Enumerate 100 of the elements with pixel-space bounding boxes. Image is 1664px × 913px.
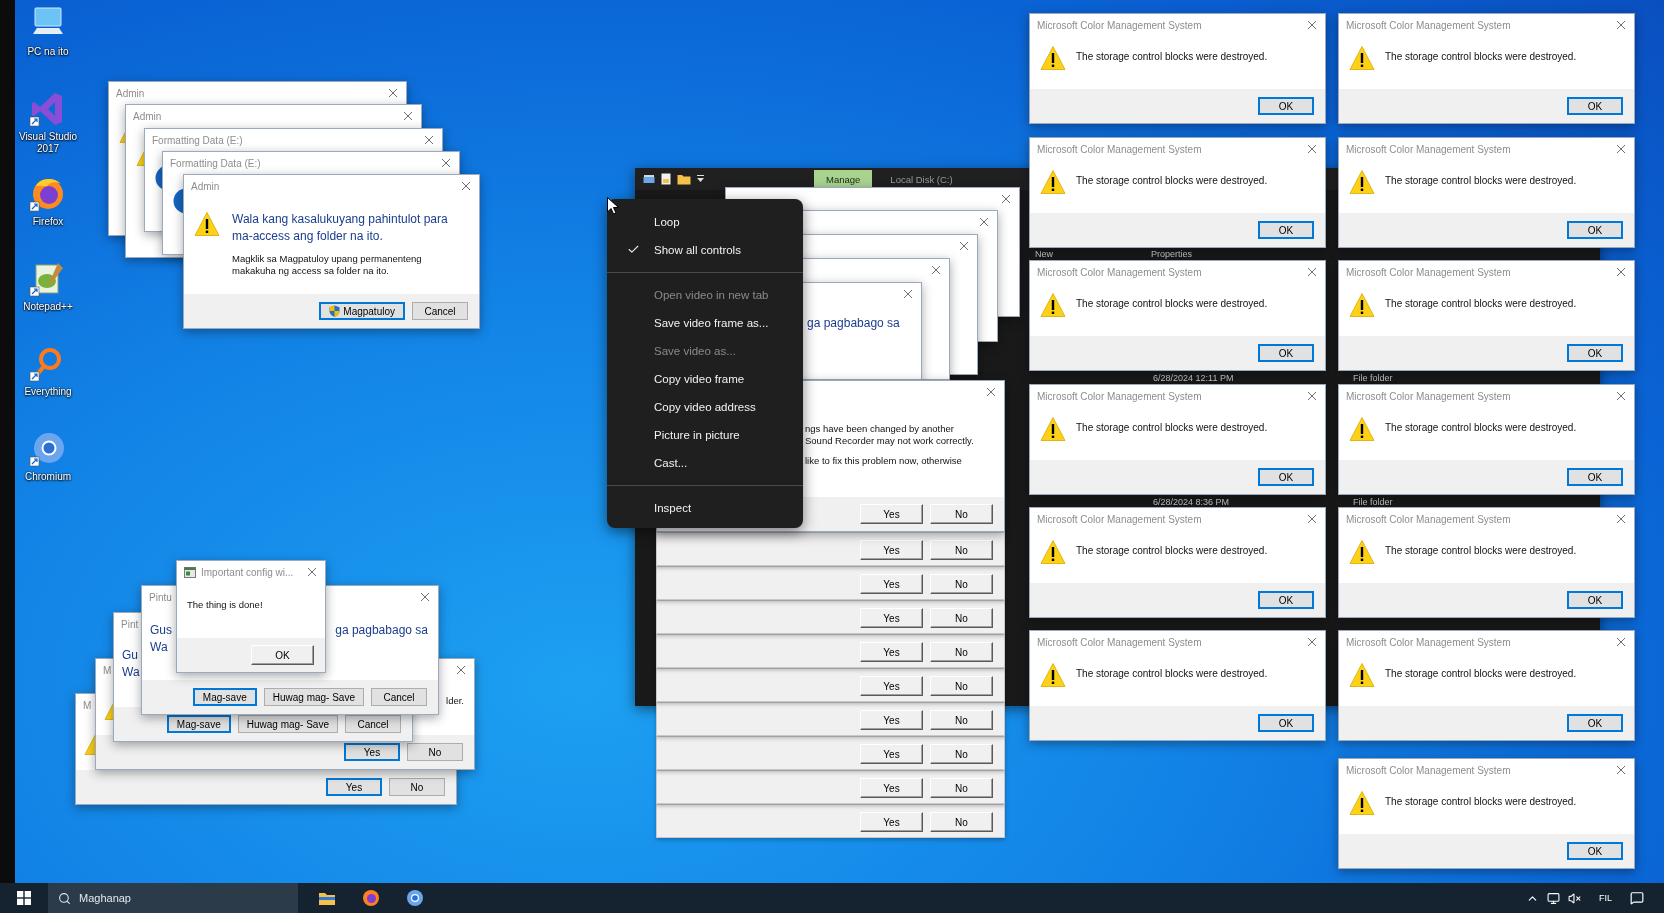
dialog-button[interactable]: Cancel	[412, 302, 468, 320]
close-icon[interactable]	[986, 387, 996, 397]
dialog-button[interactable]: Yes	[860, 812, 923, 832]
close-icon[interactable]	[1307, 637, 1317, 647]
close-icon[interactable]	[1307, 391, 1317, 401]
search-box[interactable]: Maghanap	[48, 883, 298, 913]
folder-icon[interactable]	[677, 173, 691, 185]
dialog-button[interactable]: No	[930, 710, 993, 730]
menu-item[interactable]: Copy video address	[607, 393, 803, 421]
close-icon[interactable]	[420, 592, 430, 602]
dialog-button[interactable]: Magpatuloy	[319, 302, 405, 320]
dialog-button[interactable]: No	[407, 743, 463, 761]
close-icon[interactable]	[1616, 144, 1626, 154]
close-icon[interactable]	[1616, 391, 1626, 401]
dialog-button[interactable]: Yes	[344, 743, 400, 761]
dialog-button[interactable]: Yes	[860, 710, 923, 730]
dialog-button[interactable]: Yes	[326, 778, 382, 796]
dialog-button[interactable]: No	[930, 504, 993, 524]
close-icon[interactable]	[903, 289, 913, 299]
notification-icon[interactable]	[1630, 891, 1644, 905]
menu-item[interactable]: Show all controls	[607, 236, 803, 264]
dialog-button[interactable]: Yes	[860, 574, 923, 594]
close-icon[interactable]	[461, 181, 471, 191]
close-icon[interactable]	[403, 111, 413, 121]
ok-button[interactable]: OK	[1567, 344, 1623, 362]
close-icon[interactable]	[441, 158, 451, 168]
dialog-button[interactable]: Yes	[860, 642, 923, 662]
ok-button[interactable]: OK	[1567, 221, 1623, 239]
dialog-button[interactable]: Mag-save	[192, 688, 257, 706]
dialog-button[interactable]: Cancel	[345, 715, 401, 733]
close-icon[interactable]	[1616, 514, 1626, 524]
close-icon[interactable]	[1001, 194, 1011, 204]
close-icon[interactable]	[979, 217, 989, 227]
menu-item[interactable]: Save video frame as...	[607, 309, 803, 337]
ok-button[interactable]: OK	[1567, 842, 1623, 860]
dialog-button[interactable]: No	[930, 642, 993, 662]
dialog-button[interactable]: No	[930, 778, 993, 798]
ribbon-label[interactable]: New	[1035, 249, 1053, 259]
close-icon[interactable]	[1616, 637, 1626, 647]
close-icon[interactable]	[959, 241, 969, 251]
desktop-icon-label[interactable]: Notepad++	[16, 301, 80, 313]
close-icon[interactable]	[1616, 20, 1626, 30]
document-icon[interactable]	[661, 173, 671, 185]
ok-button[interactable]: OK	[1567, 97, 1623, 115]
ok-button[interactable]: OK	[1258, 221, 1314, 239]
desktop-icon-label[interactable]: Everything	[16, 386, 80, 398]
close-icon[interactable]	[424, 135, 434, 145]
desktop-icon-label[interactable]: Visual Studio 2017	[16, 131, 80, 155]
ok-button[interactable]: OK	[1258, 468, 1314, 486]
close-icon[interactable]	[1307, 144, 1317, 154]
close-icon[interactable]	[388, 88, 398, 98]
dialog-button[interactable]: No	[389, 778, 445, 796]
close-icon[interactable]	[307, 567, 317, 577]
ok-button[interactable]: OK	[1567, 714, 1623, 732]
drive-icon[interactable]	[643, 174, 655, 184]
ok-button[interactable]: OK	[1567, 591, 1623, 609]
ribbon-tab[interactable]: Manage	[814, 170, 873, 188]
ok-button[interactable]: OK	[1258, 97, 1314, 115]
network-icon[interactable]	[1547, 891, 1560, 905]
dialog-button[interactable]: Cancel	[371, 688, 427, 706]
search-field[interactable]: Maghanap	[79, 892, 259, 904]
dialog-button[interactable]: Yes	[860, 676, 923, 696]
dialog-button[interactable]: Yes	[860, 540, 923, 560]
dialog-button[interactable]: Yes	[860, 608, 923, 628]
close-icon[interactable]	[931, 265, 941, 275]
dialog-button[interactable]: No	[930, 608, 993, 628]
ok-button[interactable]: OK	[1567, 468, 1623, 486]
desktop-icon-label[interactable]: Firefox	[16, 216, 80, 228]
dialog-button[interactable]: Yes	[860, 744, 923, 764]
language-indicator[interactable]: FIL	[1599, 893, 1612, 903]
chromium-icon[interactable]	[406, 889, 424, 907]
close-icon[interactable]	[1307, 514, 1317, 524]
desktop-icon-label[interactable]: PC na ito	[16, 46, 80, 58]
close-icon[interactable]	[1307, 20, 1317, 30]
close-icon[interactable]	[1616, 267, 1626, 277]
ribbon-tab[interactable]: Local Disk (C:)	[878, 170, 965, 188]
menu-item[interactable]: Inspect	[607, 494, 803, 522]
menu-item[interactable]: Cast...	[607, 449, 803, 477]
dialog-button[interactable]: No	[930, 676, 993, 696]
dialog-button[interactable]: OK	[251, 645, 314, 665]
close-icon[interactable]	[456, 665, 466, 675]
ribbon-label[interactable]: Properties	[1151, 249, 1193, 259]
close-icon[interactable]	[1616, 765, 1626, 775]
muted-speaker-icon[interactable]	[1568, 891, 1581, 905]
firefox-icon[interactable]	[362, 889, 380, 907]
ok-button[interactable]: OK	[1258, 714, 1314, 732]
dialog-button[interactable]: No	[930, 744, 993, 764]
desktop-icon-label[interactable]: Chromium	[16, 471, 80, 483]
dialog-button[interactable]: Huwag mag- Save	[237, 715, 338, 733]
dropdown-icon[interactable]	[697, 175, 704, 183]
dialog-button[interactable]: No	[930, 574, 993, 594]
dialog-button[interactable]: Yes	[860, 778, 923, 798]
menu-item[interactable]: Picture in picture	[607, 421, 803, 449]
ok-button[interactable]: OK	[1258, 344, 1314, 362]
close-icon[interactable]	[1307, 267, 1317, 277]
ok-button[interactable]: OK	[1258, 591, 1314, 609]
dialog-button[interactable]: Yes	[860, 504, 923, 524]
menu-item[interactable]: Loop	[607, 208, 803, 236]
dialog-button[interactable]: Mag-save	[166, 715, 231, 733]
dialog-button[interactable]: No	[930, 812, 993, 832]
